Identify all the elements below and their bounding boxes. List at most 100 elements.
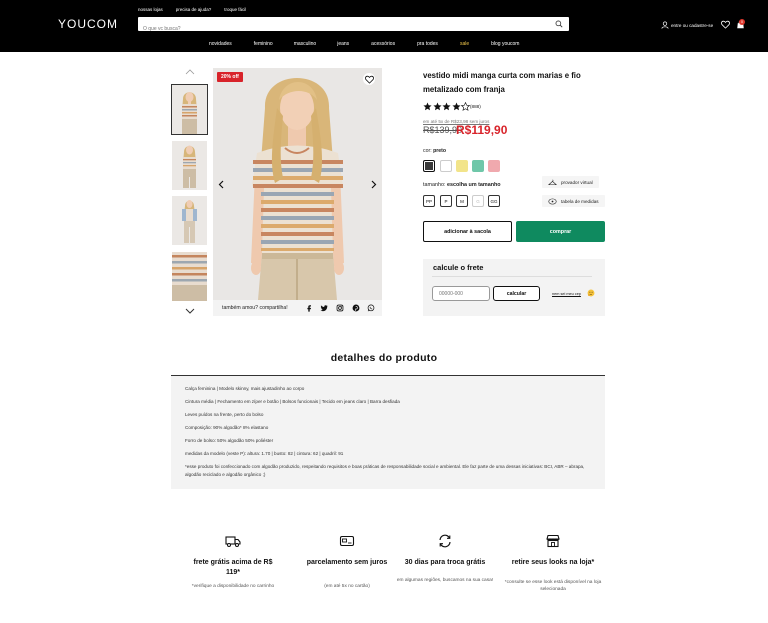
facebook-icon[interactable] — [305, 304, 313, 312]
color-swatch-pink[interactable] — [488, 160, 500, 172]
hanger-icon — [548, 179, 557, 185]
chevron-up-icon[interactable] — [185, 69, 195, 75]
wishlist-heart-icon[interactable] — [721, 20, 730, 29]
measuring-tape-icon — [548, 198, 557, 204]
main-nav: novidades feminino masculino jeans acess… — [209, 41, 519, 47]
shipping-title: calcule o frete — [433, 263, 484, 272]
thumbnail-image — [172, 196, 207, 245]
rating-count[interactable]: (888) — [470, 104, 481, 109]
size-option-g[interactable]: G — [472, 195, 484, 207]
star-empty-icon — [461, 102, 470, 111]
size-label-text: tamanho: — [423, 182, 446, 188]
size-option-gg[interactable]: GG — [488, 195, 500, 207]
buy-button[interactable]: comprar — [516, 221, 605, 242]
color-swatch-yellow[interactable] — [456, 160, 468, 172]
size-option-m[interactable]: M — [456, 195, 468, 207]
feature-pickup-note: *consulte se esse look está disponível n… — [504, 580, 602, 592]
detail-line: Forro de bolso: 50% algodão 50% poliéste… — [185, 438, 274, 443]
thumbnail-image — [172, 141, 207, 190]
thumbnail-3[interactable] — [172, 196, 207, 245]
nav-news[interactable]: novidades — [209, 41, 232, 47]
thumbnail-2[interactable] — [172, 141, 207, 190]
account-link[interactable]: entre ou cadastre-se — [661, 21, 713, 29]
color-swatch-white[interactable] — [440, 160, 452, 172]
star-filled-icon — [432, 102, 442, 111]
thumbnail-image — [172, 252, 207, 301]
size-chart-label: tabela de medidas — [561, 198, 599, 204]
feature-free-exchange-note: em algumas regiões, buscamos na sua casa… — [396, 578, 494, 583]
chevron-down-icon[interactable] — [185, 308, 195, 314]
favorite-button[interactable] — [363, 73, 375, 85]
nav-men[interactable]: masculino — [294, 41, 317, 47]
twitter-icon[interactable] — [320, 304, 328, 312]
chevron-right-icon[interactable] — [371, 180, 377, 189]
nav-women[interactable]: feminino — [254, 41, 273, 47]
pinterest-icon[interactable] — [352, 304, 360, 312]
feature-free-shipping-note: *verifique a disponibilidade no carrinho — [191, 584, 275, 589]
card-icon — [339, 535, 355, 547]
color-value: preto — [433, 148, 447, 154]
add-to-bag-button[interactable]: adicionar à sacola — [423, 221, 512, 242]
star-filled-icon — [451, 102, 461, 111]
feature-free-shipping-title: frete grátis acima de R$ 119* — [193, 559, 273, 576]
chevron-left-icon[interactable] — [218, 180, 224, 189]
color-swatch-green[interactable] — [472, 160, 484, 172]
calculate-button[interactable]: calcular — [493, 286, 540, 301]
color-swatch-black[interactable] — [423, 160, 435, 172]
discount-badge: 20% off — [217, 72, 243, 82]
current-price: R$119,90 — [456, 123, 508, 137]
heart-icon — [364, 75, 374, 84]
bag-count-badge: 0 — [739, 19, 745, 25]
color-label: cor: preto — [423, 148, 446, 154]
size-chart-button[interactable]: tabela de medidas — [542, 195, 605, 207]
product-photo — [213, 68, 382, 300]
detail-line: Leves puídos na frente, perto do bolso — [185, 412, 264, 417]
link-easy-exchange[interactable]: troque fácil — [224, 7, 246, 12]
details-heading: detalhes do produto — [330, 352, 438, 364]
size-label: tamanho: escolha um tamanho — [423, 182, 501, 188]
link-help[interactable]: precisa de ajuda? — [176, 7, 212, 12]
cep-input[interactable] — [432, 286, 490, 301]
nav-for-all[interactable]: pra todes — [417, 41, 438, 47]
nav-jeans[interactable]: jeans — [337, 41, 349, 47]
detail-line: *esse produto foi confeccionado com algo… — [185, 464, 585, 477]
feature-pickup-title: retire seus looks na loja* — [511, 559, 595, 566]
product-title: vestido midi manga curta com marias e fi… — [423, 71, 581, 94]
virtual-fitter-button[interactable]: provador virtual — [542, 176, 599, 188]
size-option-p[interactable]: P — [440, 195, 452, 207]
truck-icon — [225, 536, 241, 547]
dont-know-cep-link[interactable]: nem sei meu cep — [552, 292, 581, 296]
thumbnail-1[interactable] — [171, 84, 208, 135]
feature-installments-note: (em até 5x no cartão) — [324, 584, 370, 589]
link-our-stores[interactable]: nossas lojas — [138, 7, 163, 12]
detail-line: Cintura média | Fechamento em zíper e bo… — [185, 399, 400, 404]
instagram-icon[interactable] — [336, 304, 344, 312]
nav-blog[interactable]: blog youcom — [491, 41, 519, 47]
size-option-pp[interactable]: PP — [423, 195, 435, 207]
size-value: escolha um tamanho — [446, 182, 501, 188]
exchange-icon — [439, 534, 451, 548]
feature-installments-title: parcelamento sem juros — [306, 559, 388, 566]
divider — [432, 276, 592, 277]
store-icon — [546, 534, 560, 548]
search-input[interactable] — [138, 22, 538, 36]
rating-stars[interactable] — [423, 102, 470, 111]
thumbnail-4[interactable] — [172, 252, 207, 301]
nav-accessories[interactable]: acessórios — [371, 41, 395, 47]
star-filled-icon — [423, 102, 432, 111]
top-links: nossas lojas precisa de ajuda? troque fá… — [138, 7, 246, 12]
feature-free-exchange-title: 30 dias para troca grátis — [404, 559, 486, 566]
virtual-fitter-label: provador virtual — [561, 179, 593, 185]
search-bar — [138, 17, 569, 36]
detail-line: medidas da modelo (veste P): altura: 1.7… — [185, 451, 344, 456]
nav-sale[interactable]: sale — [460, 41, 469, 47]
logo[interactable]: YOUCOM — [58, 17, 118, 31]
whatsapp-icon[interactable] — [367, 304, 375, 312]
product-main-image[interactable] — [213, 68, 382, 300]
detail-line: Calça feminina | Modelo skinny, mais aju… — [185, 386, 305, 391]
color-label-text: cor: — [423, 148, 432, 154]
account-label: entre ou cadastre-se — [671, 22, 714, 28]
search-icon[interactable] — [555, 20, 563, 28]
thinking-emoji-icon — [587, 289, 595, 297]
detail-line: Composição: 90% algodão* 8% elastano — [185, 425, 269, 430]
